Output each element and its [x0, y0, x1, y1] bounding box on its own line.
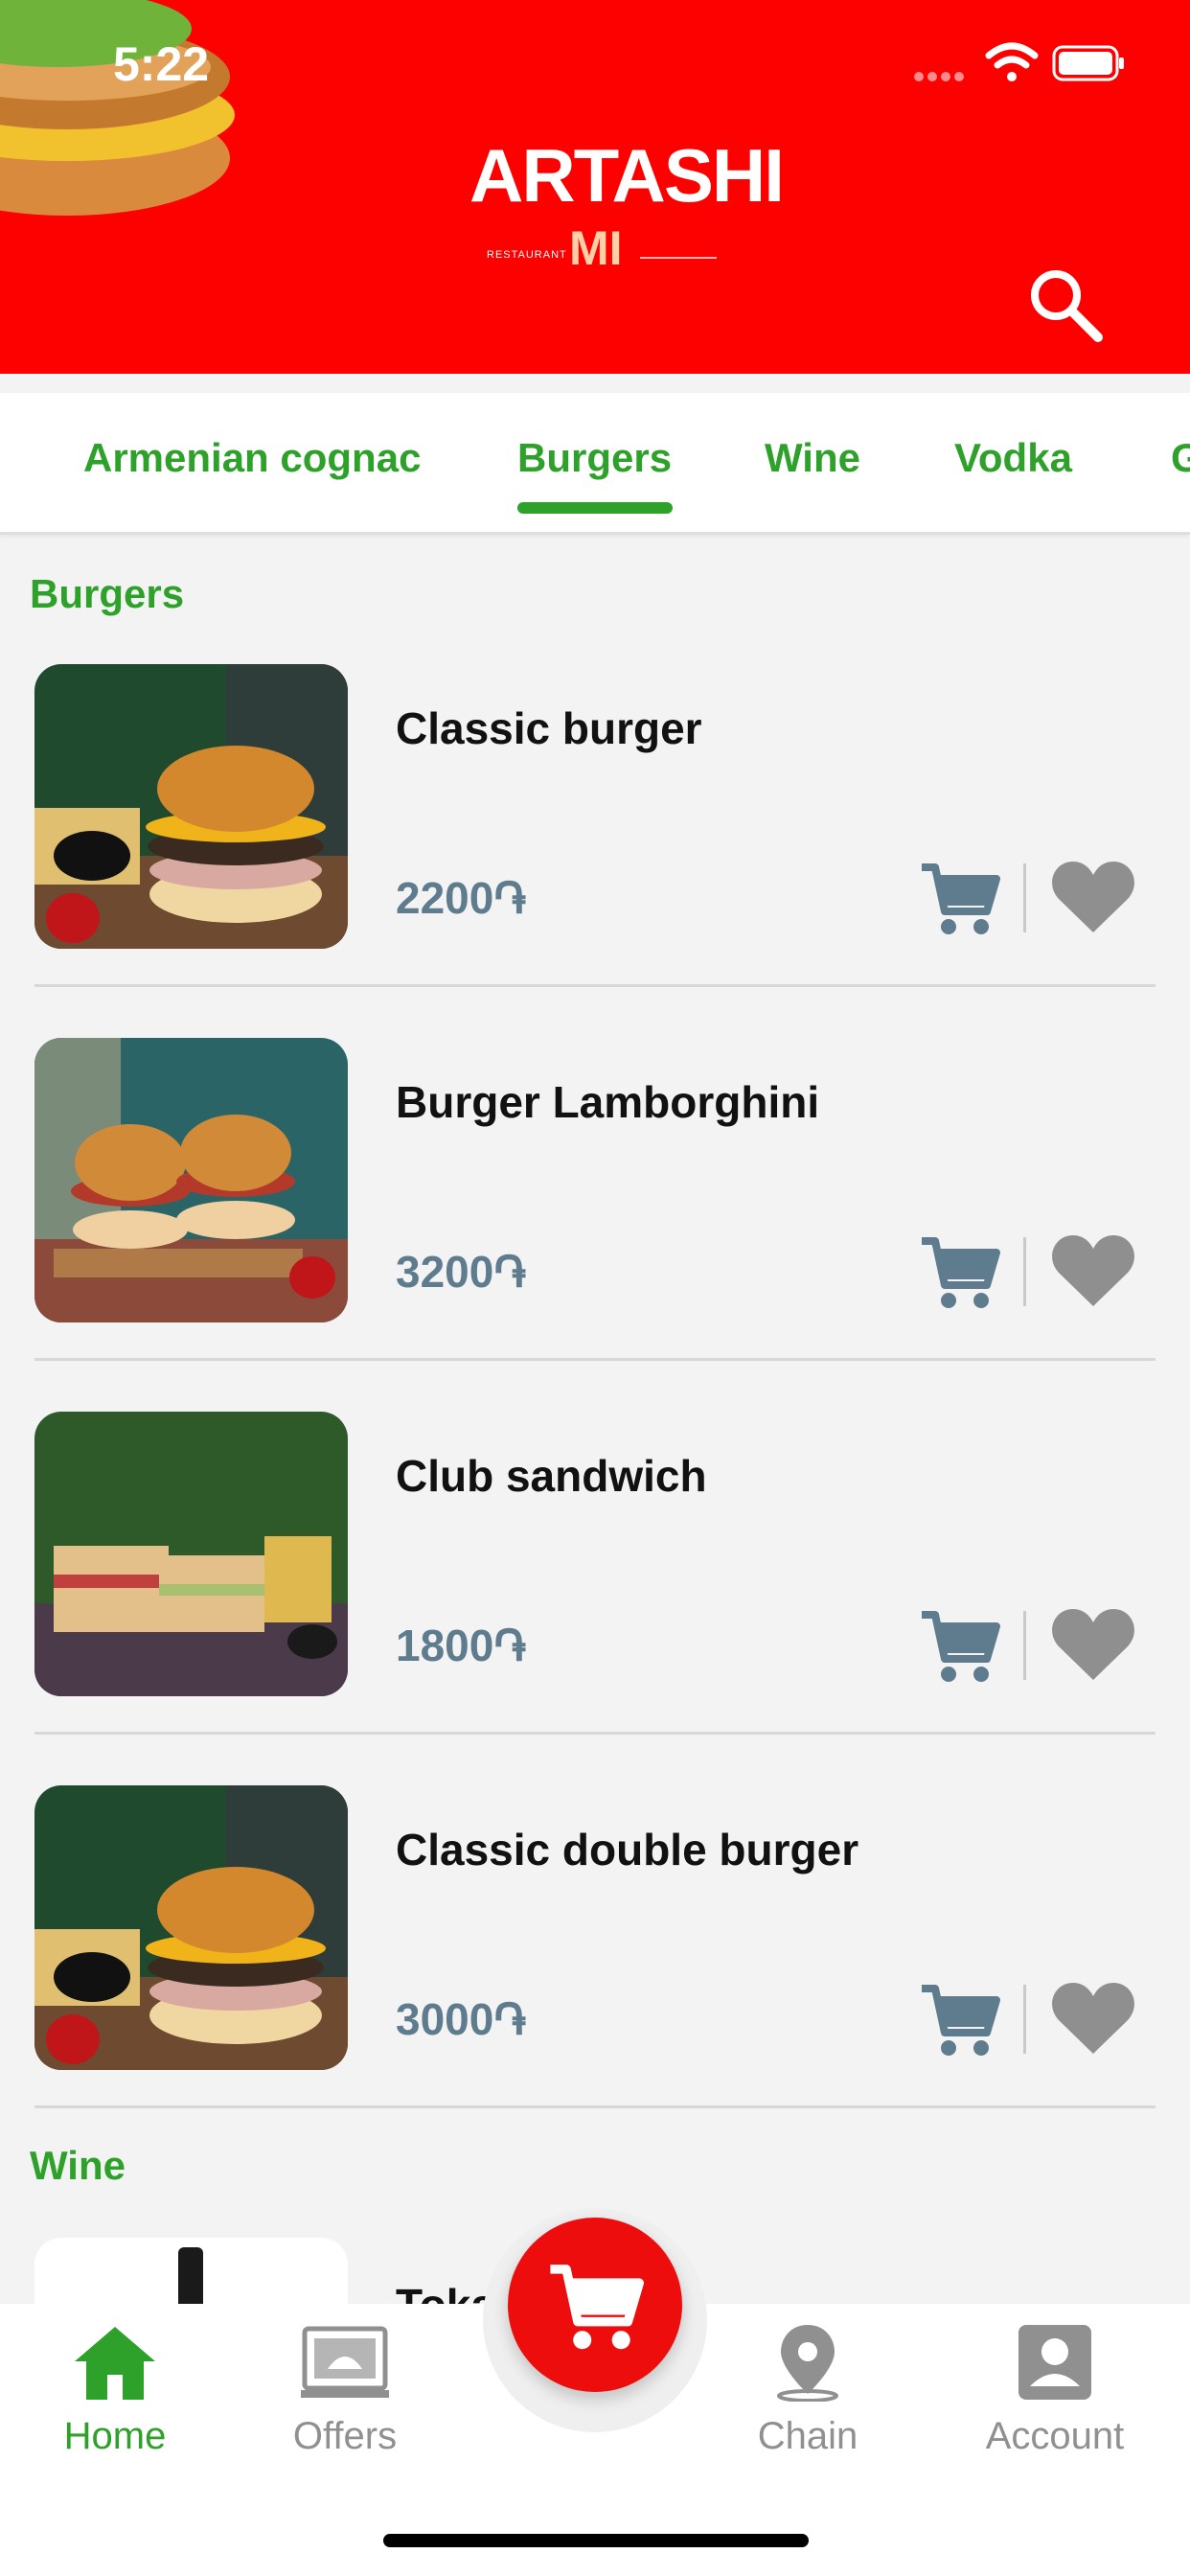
item-name: Classic double burger: [396, 1825, 859, 1874]
item-price: 1800֏: [396, 1621, 527, 1670]
favorite-heart-icon[interactable]: [1050, 1233, 1136, 1310]
favorite-heart-icon[interactable]: [1050, 1981, 1136, 2058]
item-divider: [34, 984, 1156, 987]
nav-label: Chain: [757, 2415, 858, 2457]
nav-offers[interactable]: Offers: [244, 2323, 446, 2467]
active-tab-indicator: [517, 502, 673, 514]
item-divider: [34, 1358, 1156, 1361]
home-indicator: [383, 2534, 809, 2547]
tab-burgers[interactable]: Burgers: [517, 435, 672, 481]
home-icon: [75, 2327, 155, 2400]
category-tabs: Armenian cognac Burgers Wine Vodka G: [0, 393, 1190, 535]
action-divider: [1023, 863, 1026, 932]
location-pin-icon: [777, 2325, 838, 2402]
item-price: 3200֏: [396, 1247, 527, 1297]
section-title-burgers: Burgers: [30, 571, 185, 616]
action-divider: [1023, 1985, 1026, 2054]
tab-armenian-cognac[interactable]: Armenian cognac: [83, 435, 421, 481]
item-price: 2200֏: [396, 873, 527, 923]
menu-item[interactable]: Classic burger 2200֏: [34, 635, 1156, 990]
tab-more[interactable]: G: [1171, 435, 1190, 481]
search-icon[interactable]: [1025, 264, 1106, 345]
logo-mark: MI: [569, 221, 623, 275]
status-time: 5:22: [113, 37, 210, 91]
nav-chain[interactable]: Chain: [707, 2323, 908, 2467]
item-price: 3000֏: [396, 1994, 527, 2044]
nav-label: Account: [985, 2415, 1125, 2457]
nav-label: Home: [63, 2415, 167, 2457]
item-name: Club sandwich: [396, 1451, 707, 1501]
nav-label: Offers: [292, 2415, 398, 2457]
wifi-icon: [985, 42, 1039, 81]
logo-subtitle: RESTAURANT: [487, 249, 567, 261]
nav-home[interactable]: Home: [14, 2323, 216, 2467]
action-divider: [1023, 1611, 1026, 1680]
action-divider: [1023, 1237, 1026, 1306]
account-icon: [1018, 2325, 1091, 2400]
item-image: [34, 1038, 348, 1322]
nav-account[interactable]: Account: [954, 2323, 1156, 2467]
add-to-cart-icon[interactable]: [920, 1233, 1000, 1310]
offers-icon: [301, 2326, 389, 2398]
item-name: Burger Lamborghini: [396, 1077, 820, 1127]
item-divider: [34, 1732, 1156, 1735]
favorite-heart-icon[interactable]: [1050, 1607, 1136, 1684]
add-to-cart-icon[interactable]: [920, 1607, 1000, 1684]
item-name: Classic burger: [396, 703, 702, 753]
item-image: [34, 1785, 348, 2070]
tab-vodka[interactable]: Vodka: [954, 435, 1072, 481]
header-burger-image: [0, 0, 235, 216]
battery-icon: [1052, 45, 1124, 81]
logo-rule: [640, 257, 717, 259]
menu-item[interactable]: Burger Lamborghini 3200֏: [34, 1009, 1156, 1364]
logo-wordmark: ARTASHI: [469, 133, 785, 218]
app-header: 5:22 ARTASHI RESTAURANT MI: [0, 0, 1190, 374]
add-to-cart-icon[interactable]: [920, 1981, 1000, 2058]
item-divider: [34, 2105, 1156, 2108]
item-image: [34, 664, 348, 949]
item-image: [34, 1412, 348, 1696]
cart-icon: [550, 2265, 644, 2350]
favorite-heart-icon[interactable]: [1050, 860, 1136, 936]
menu-item[interactable]: Club sandwich 1800֏: [34, 1383, 1156, 1737]
add-to-cart-icon[interactable]: [920, 860, 1000, 936]
tab-wine[interactable]: Wine: [765, 435, 860, 481]
menu-item[interactable]: Classic double burger 3000֏: [34, 1757, 1156, 2111]
restaurant-logo: ARTASHI RESTAURANT MI: [469, 113, 785, 282]
section-title-wine: Wine: [30, 2143, 126, 2188]
signal-icon: [914, 69, 970, 81]
cart-fab-button[interactable]: [508, 2218, 682, 2392]
